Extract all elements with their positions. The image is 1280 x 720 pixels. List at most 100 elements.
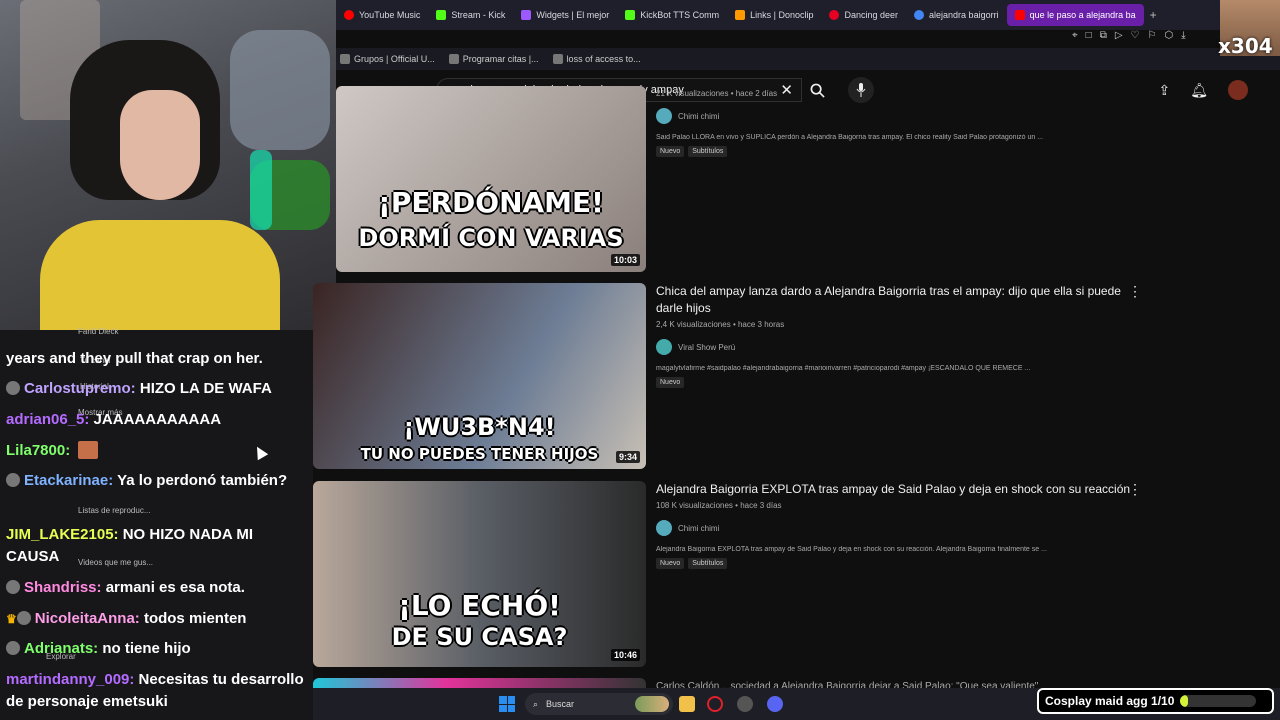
pinterest-icon bbox=[829, 10, 840, 20]
thumbnail-caption-top: ¡LO ECHÓ! bbox=[398, 589, 561, 622]
tab-youtube-music[interactable]: YouTube Music bbox=[336, 4, 428, 26]
channel-link[interactable]: Chimi chimi bbox=[656, 520, 1136, 536]
tab-widgets[interactable]: Widgets | El mejor bbox=[513, 4, 617, 26]
bookmark-loss-of-access[interactable]: loss of access to... bbox=[552, 54, 641, 64]
tab-youtube-active[interactable]: que le paso a alejandra ba bbox=[1006, 4, 1144, 26]
stream-chat: Farid Dieck Tu canal Historial Mostrar m… bbox=[0, 327, 313, 720]
channel-avatar bbox=[656, 108, 672, 124]
video-duration: 9:34 bbox=[615, 451, 640, 463]
video-description: Alejandra Baigorria EXPLOTA tras ampay d… bbox=[656, 546, 1047, 553]
chat-message: Etackarinae: Ya lo perdonó también? bbox=[6, 470, 306, 492]
video-duration: 10:46 bbox=[610, 649, 640, 661]
chat-message: adrian06_5: JAAAAAAAAAAA bbox=[6, 411, 222, 428]
bookmark-grupos[interactable]: Grupos | Official U... bbox=[340, 54, 435, 64]
user-badge-icon bbox=[6, 641, 20, 655]
chat-message: Carlostupremo: HIZO LA DE WAFA bbox=[6, 378, 306, 400]
result-info: 21 K visualizaciones • hace 2 días Chimi… bbox=[656, 86, 1136, 157]
thumbnail-caption-top: ¡WU3B*N4! bbox=[403, 413, 556, 441]
screen: YouTube Music Stream - Kick Widgets | El… bbox=[0, 0, 1280, 720]
reader-icon[interactable]: ⧉ bbox=[1100, 30, 1107, 46]
video-thumbnail[interactable]: ¡LO ECHÓ! DE SU CASA? 10:46 bbox=[313, 481, 646, 667]
discord-icon[interactable] bbox=[767, 696, 783, 712]
goal-progress-bar bbox=[1180, 695, 1257, 707]
more-options-icon[interactable]: ⋮ bbox=[1128, 283, 1142, 300]
channel-avatar bbox=[656, 339, 672, 355]
pin-icon[interactable]: ⌖ bbox=[1072, 30, 1078, 46]
channel-link[interactable]: Chimi chimi bbox=[656, 108, 1136, 124]
video-description: Said Palao LLORA en vivo y SUPLICA perdó… bbox=[656, 134, 1044, 141]
widget-icon bbox=[521, 10, 532, 20]
thumbnail-caption-bottom: DORMÍ CON VARIAS bbox=[358, 224, 624, 252]
browser-toolbar-icons: ⌖ □ ⧉ ▷ ♡ ⚐ ⬡ ⤓ bbox=[1072, 30, 1186, 46]
bookmark-icon[interactable]: ⚐ bbox=[1148, 30, 1157, 46]
subtitles-badge: Subtítulos bbox=[688, 558, 728, 569]
stream-goal-widget: Cosplay maid agg 1/10 bbox=[1037, 688, 1274, 714]
bookmark-favicon-icon bbox=[448, 54, 459, 64]
search-results: ¡PERDÓNAME! DORMÍ CON VARIAS 10:03 21 K … bbox=[313, 86, 1280, 720]
new-badge: Nuevo bbox=[656, 558, 685, 569]
account-avatar[interactable] bbox=[1228, 80, 1248, 100]
opera-gx-icon[interactable] bbox=[707, 696, 723, 712]
user-badge-icon bbox=[16, 611, 31, 625]
widgets-icon[interactable] bbox=[635, 696, 669, 712]
kick-icon bbox=[436, 10, 447, 20]
heart-icon[interactable]: ♡ bbox=[1131, 30, 1140, 46]
search-icon: ⌕ bbox=[533, 698, 539, 709]
new-tab-button[interactable]: + bbox=[1144, 8, 1163, 22]
tab-dancing-deer[interactable]: Dancing deer bbox=[821, 4, 906, 26]
channel-link[interactable]: Viral Show Perú bbox=[656, 339, 1136, 355]
video-meta: 2,4 K visualizaciones • hace 3 horas bbox=[656, 320, 785, 329]
video-meta: 108 K visualizaciones • hace 3 días bbox=[656, 501, 782, 510]
chat-message: JIM_LAKE2105: NO HIZO NADA MI CAUSA bbox=[6, 526, 253, 565]
result-info: Chica del ampay lanza dardo a Alejandra … bbox=[656, 283, 1136, 388]
bookmark-favicon-icon bbox=[340, 54, 350, 64]
tab-icon[interactable]: □ bbox=[1086, 30, 1092, 46]
tab-donoclip[interactable]: Links | Donoclip bbox=[727, 4, 821, 26]
chat-message: martindanny_009: Necesitas tu desarrollo… bbox=[6, 671, 304, 710]
result-item[interactable]: ¡WU3B*N4! TU NO PUEDES TENER HIJOS 9:34 … bbox=[313, 283, 1213, 469]
video-description: magalytvlafirme #saidpalao #alejandrabai… bbox=[656, 365, 1031, 372]
youtube-icon bbox=[1014, 10, 1025, 20]
tab-kickbot[interactable]: KickBot TTS Comm bbox=[617, 4, 727, 26]
subtitles-badge: Subtítulos bbox=[688, 146, 728, 157]
user-badge-icon bbox=[6, 580, 20, 594]
video-thumbnail[interactable]: ¡WU3B*N4! TU NO PUEDES TENER HIJOS 9:34 bbox=[313, 283, 646, 469]
tab-kick-stream[interactable]: Stream - Kick bbox=[428, 4, 513, 26]
file-explorer-icon[interactable] bbox=[679, 696, 695, 712]
play-icon[interactable]: ▷ bbox=[1115, 30, 1123, 46]
video-title[interactable]: Chica del ampay lanza dardo a Alejandra … bbox=[656, 283, 1136, 317]
video-duration: 10:03 bbox=[610, 254, 640, 266]
video-thumbnail[interactable]: ¡PERDÓNAME! DORMÍ CON VARIAS 10:03 bbox=[336, 86, 646, 272]
bookmark-programar-citas[interactable]: Programar citas |... bbox=[448, 54, 539, 64]
obs-icon[interactable] bbox=[737, 696, 753, 712]
kickbot-icon bbox=[625, 10, 636, 20]
result-item[interactable]: ¡LO ECHÓ! DE SU CASA? 10:46 Alejandra Ba… bbox=[313, 481, 1213, 667]
video-title[interactable]: Alejandra Baigorria EXPLOTA tras ampay d… bbox=[656, 481, 1136, 498]
donoclip-icon bbox=[735, 10, 746, 20]
crown-icon: ♛ bbox=[6, 612, 17, 626]
new-badge: Nuevo bbox=[656, 146, 685, 157]
chat-message: years and they pull that crap on her. bbox=[6, 350, 263, 367]
more-options-icon[interactable]: ⋮ bbox=[1128, 481, 1142, 498]
user-badge-icon bbox=[6, 473, 20, 487]
user-badge-icon bbox=[6, 381, 20, 395]
channel-avatar bbox=[656, 520, 672, 536]
video-meta: 21 K visualizaciones • hace 2 días bbox=[656, 89, 778, 98]
badge-list: Nuevo Subtítulos bbox=[656, 558, 1136, 569]
youtube-music-icon bbox=[344, 10, 354, 20]
chat-message: ♛ NicoleitaAnna: todos mienten bbox=[6, 610, 247, 627]
result-item[interactable]: ¡PERDÓNAME! DORMÍ CON VARIAS 10:03 21 K … bbox=[313, 86, 1213, 272]
bookmark-favicon-icon bbox=[552, 54, 563, 64]
chat-message: Shandriss: armani es esa nota. bbox=[6, 577, 306, 599]
google-icon bbox=[914, 10, 925, 20]
overlay-counter: x304 bbox=[1218, 34, 1273, 58]
webcam-feed bbox=[0, 0, 336, 330]
badge-list: Nuevo bbox=[656, 377, 1136, 388]
browser-tab-bar: YouTube Music Stream - Kick Widgets | El… bbox=[336, 0, 1280, 30]
download-icon[interactable]: ⤓ bbox=[1181, 30, 1185, 46]
new-badge: Nuevo bbox=[656, 377, 685, 388]
extensions-icon[interactable]: ⬡ bbox=[1164, 30, 1173, 46]
windows-start-icon[interactable] bbox=[499, 696, 515, 712]
thumbnail-caption-bottom: TU NO PUEDES TENER HIJOS bbox=[360, 445, 599, 463]
tab-google-search[interactable]: alejandra baigorri bbox=[906, 4, 1007, 26]
